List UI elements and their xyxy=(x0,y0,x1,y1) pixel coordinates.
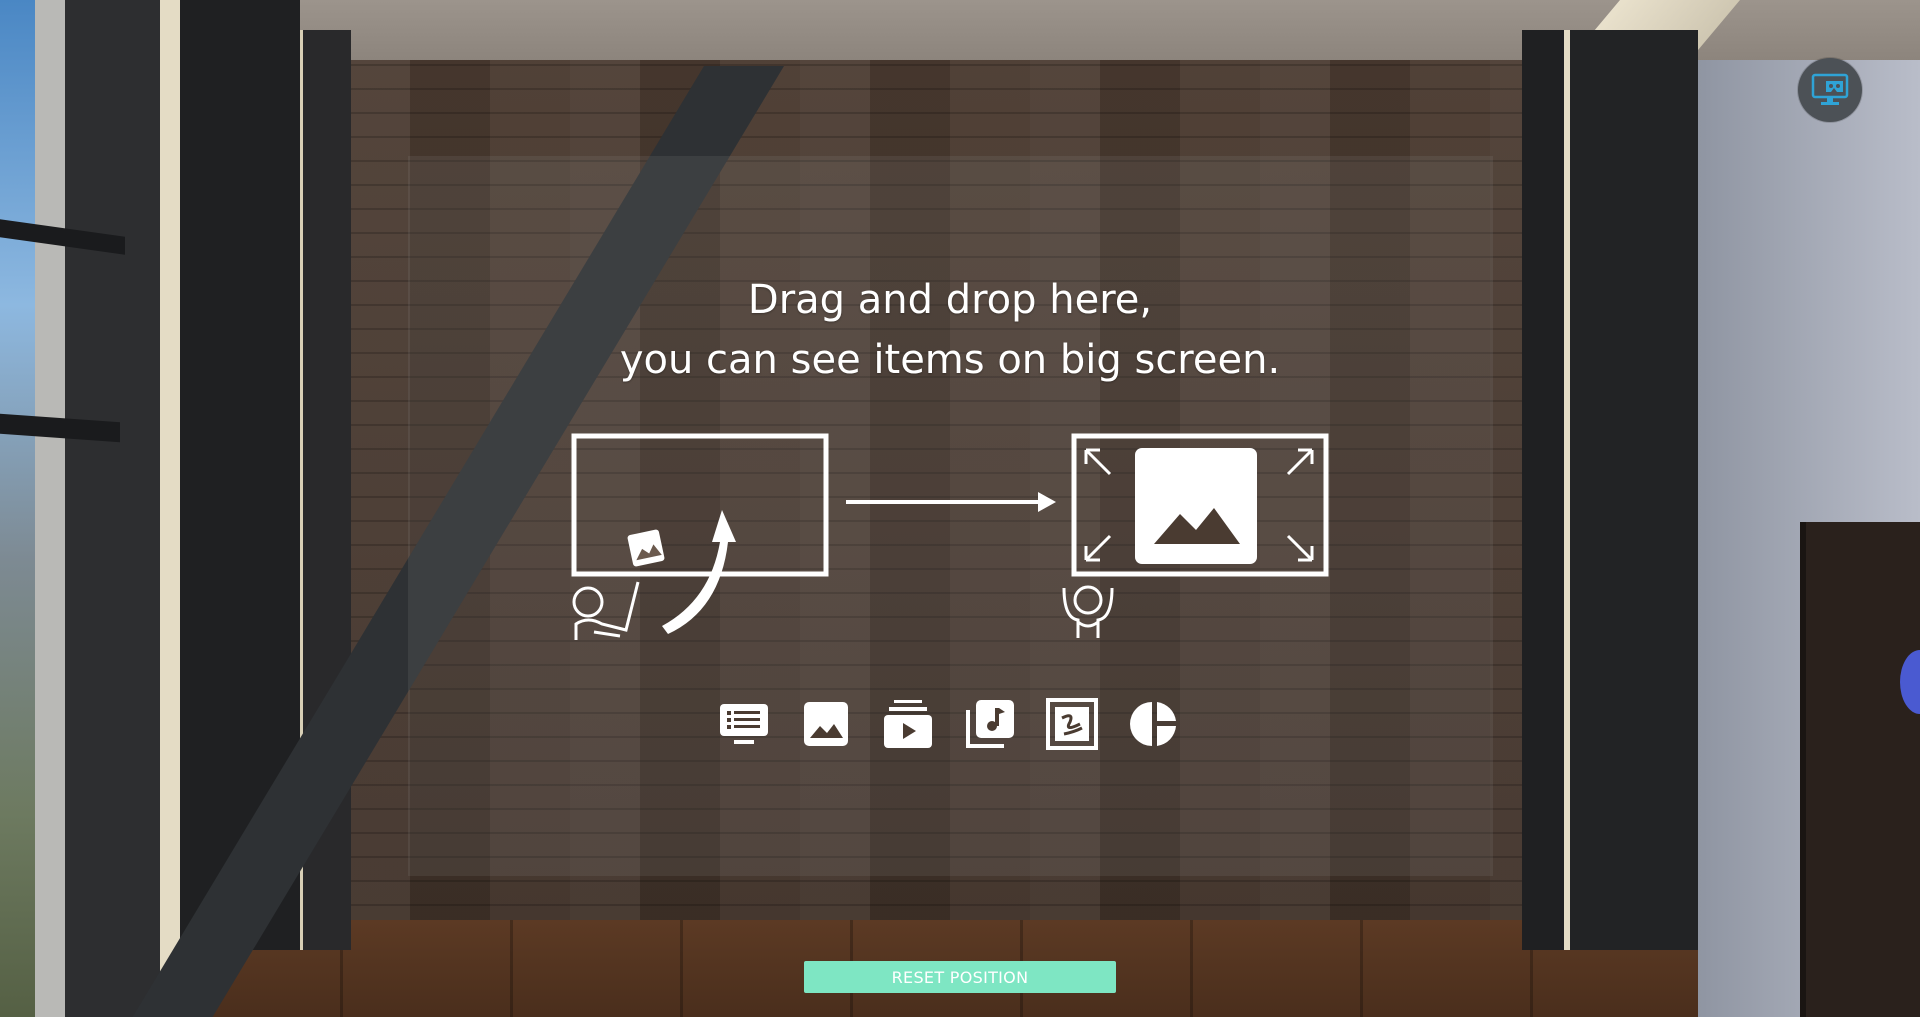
door xyxy=(1800,522,1920,1017)
window-frame xyxy=(65,0,160,1017)
dragged-image-icon xyxy=(627,529,665,567)
window-frame xyxy=(35,0,65,1017)
pillar-right xyxy=(1522,30,1564,950)
reset-position-button[interactable]: RESET POSITION xyxy=(804,961,1116,993)
virtual-room-scene: Drag and drop here, you can see items on… xyxy=(0,0,1920,1017)
instructions-line-2: you can see items on big screen. xyxy=(619,337,1281,383)
drag-drop-illustration xyxy=(571,433,1329,640)
instructions-line-1: Drag and drop here, xyxy=(747,277,1153,323)
image-icon[interactable] xyxy=(800,698,852,750)
content-type-icons xyxy=(718,698,1180,750)
user-cheering-icon xyxy=(1062,585,1114,638)
vr-headset-monitor-icon xyxy=(1811,73,1849,105)
drop-instructions: Drag and drop here, you can see items on… xyxy=(420,270,1480,390)
board-icon[interactable] xyxy=(718,698,770,750)
music-icon[interactable] xyxy=(964,698,1016,750)
window-frame xyxy=(160,0,180,1017)
arrow-right-icon xyxy=(846,492,1056,512)
small-screen-icon xyxy=(571,433,829,577)
video-playlist-icon[interactable] xyxy=(882,698,934,750)
pie-chart-icon[interactable] xyxy=(1128,698,1180,750)
vr-mode-button[interactable] xyxy=(1798,58,1862,122)
window xyxy=(0,0,40,1017)
user-dragging-icon xyxy=(572,581,640,640)
big-screen-icon xyxy=(1071,433,1329,577)
pillar-right xyxy=(1570,30,1698,950)
drawing-board-icon[interactable] xyxy=(1046,698,1098,750)
